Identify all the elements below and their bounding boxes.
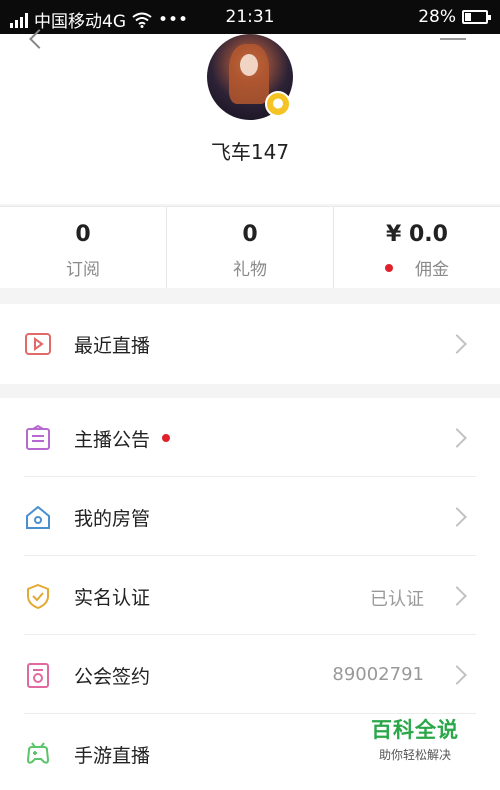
- announcement-icon: [26, 425, 50, 450]
- menu-item-recent-live[interactable]: 最近直播: [0, 304, 500, 383]
- menu-item-guild-contract[interactable]: 公会签约 89002791: [0, 635, 500, 714]
- chevron-right-icon: [447, 586, 467, 606]
- notification-dot: [385, 264, 393, 272]
- status-right: 28%: [418, 7, 491, 27]
- stat-label: 订阅: [66, 260, 100, 280]
- menu-item-label: 主播公告: [74, 425, 171, 452]
- menu-item-label: 公会签约: [74, 666, 151, 688]
- stat-value: 0: [75, 222, 91, 247]
- chevron-right-icon: [447, 665, 467, 685]
- shield-check-icon: [27, 583, 49, 609]
- chevron-right-icon: [447, 334, 467, 354]
- battery-icon: [462, 10, 491, 24]
- menu-item-label: 最近直播: [74, 335, 151, 357]
- stat-label-text: 佣金: [415, 260, 449, 280]
- battery-percent: 28%: [418, 7, 456, 27]
- watermark-subtitle: 助你轻松解决: [378, 748, 451, 762]
- gamepad-icon: [26, 742, 50, 764]
- stat-value: ¥ 0.0: [386, 222, 448, 247]
- profile-header: ● 飞车147: [0, 29, 500, 204]
- watermark-logo: 百科全说 助你轻松解决: [360, 714, 470, 763]
- menu-item-real-name[interactable]: 实名认证 已认证: [0, 556, 500, 635]
- status-bar: 中国移动4G ••• 21:31 28%: [0, 0, 500, 34]
- contract-icon: [27, 663, 49, 688]
- menu-item-label-text: 主播公告: [74, 429, 151, 451]
- home-manager-icon: [26, 505, 50, 529]
- username: 飞车147: [210, 140, 290, 164]
- menu-item-label: 我的房管: [74, 508, 151, 530]
- menu-icon[interactable]: [440, 38, 466, 40]
- stat-label: 礼物: [233, 260, 267, 280]
- chevron-right-icon: [447, 507, 467, 527]
- stat-value: 0: [242, 222, 258, 247]
- play-icon: [25, 333, 51, 355]
- menu-item-label: 手游直播: [74, 745, 151, 767]
- stat-gifts[interactable]: 0 礼物: [166, 207, 333, 288]
- menu-item-room-manager[interactable]: 我的房管: [0, 477, 500, 556]
- menu-section-recent: 最近直播: [0, 304, 500, 384]
- watermark-title: 百科全说: [371, 718, 459, 742]
- chevron-right-icon: [447, 428, 467, 448]
- menu-item-value: 已认证: [370, 589, 424, 610]
- stat-commission[interactable]: ¥ 0.0 佣金: [333, 207, 500, 288]
- notification-dot: [162, 433, 171, 442]
- stats-bar: 0 订阅 0 礼物 ¥ 0.0 佣金: [0, 206, 500, 288]
- stat-subscriptions[interactable]: 0 订阅: [0, 207, 166, 288]
- menu-item-value: 89002791: [332, 664, 424, 685]
- verified-badge-icon: ●: [265, 91, 291, 117]
- stat-label: 佣金: [334, 255, 500, 280]
- menu-item-label: 实名认证: [74, 587, 151, 609]
- menu-item-announcement[interactable]: 主播公告: [0, 398, 500, 477]
